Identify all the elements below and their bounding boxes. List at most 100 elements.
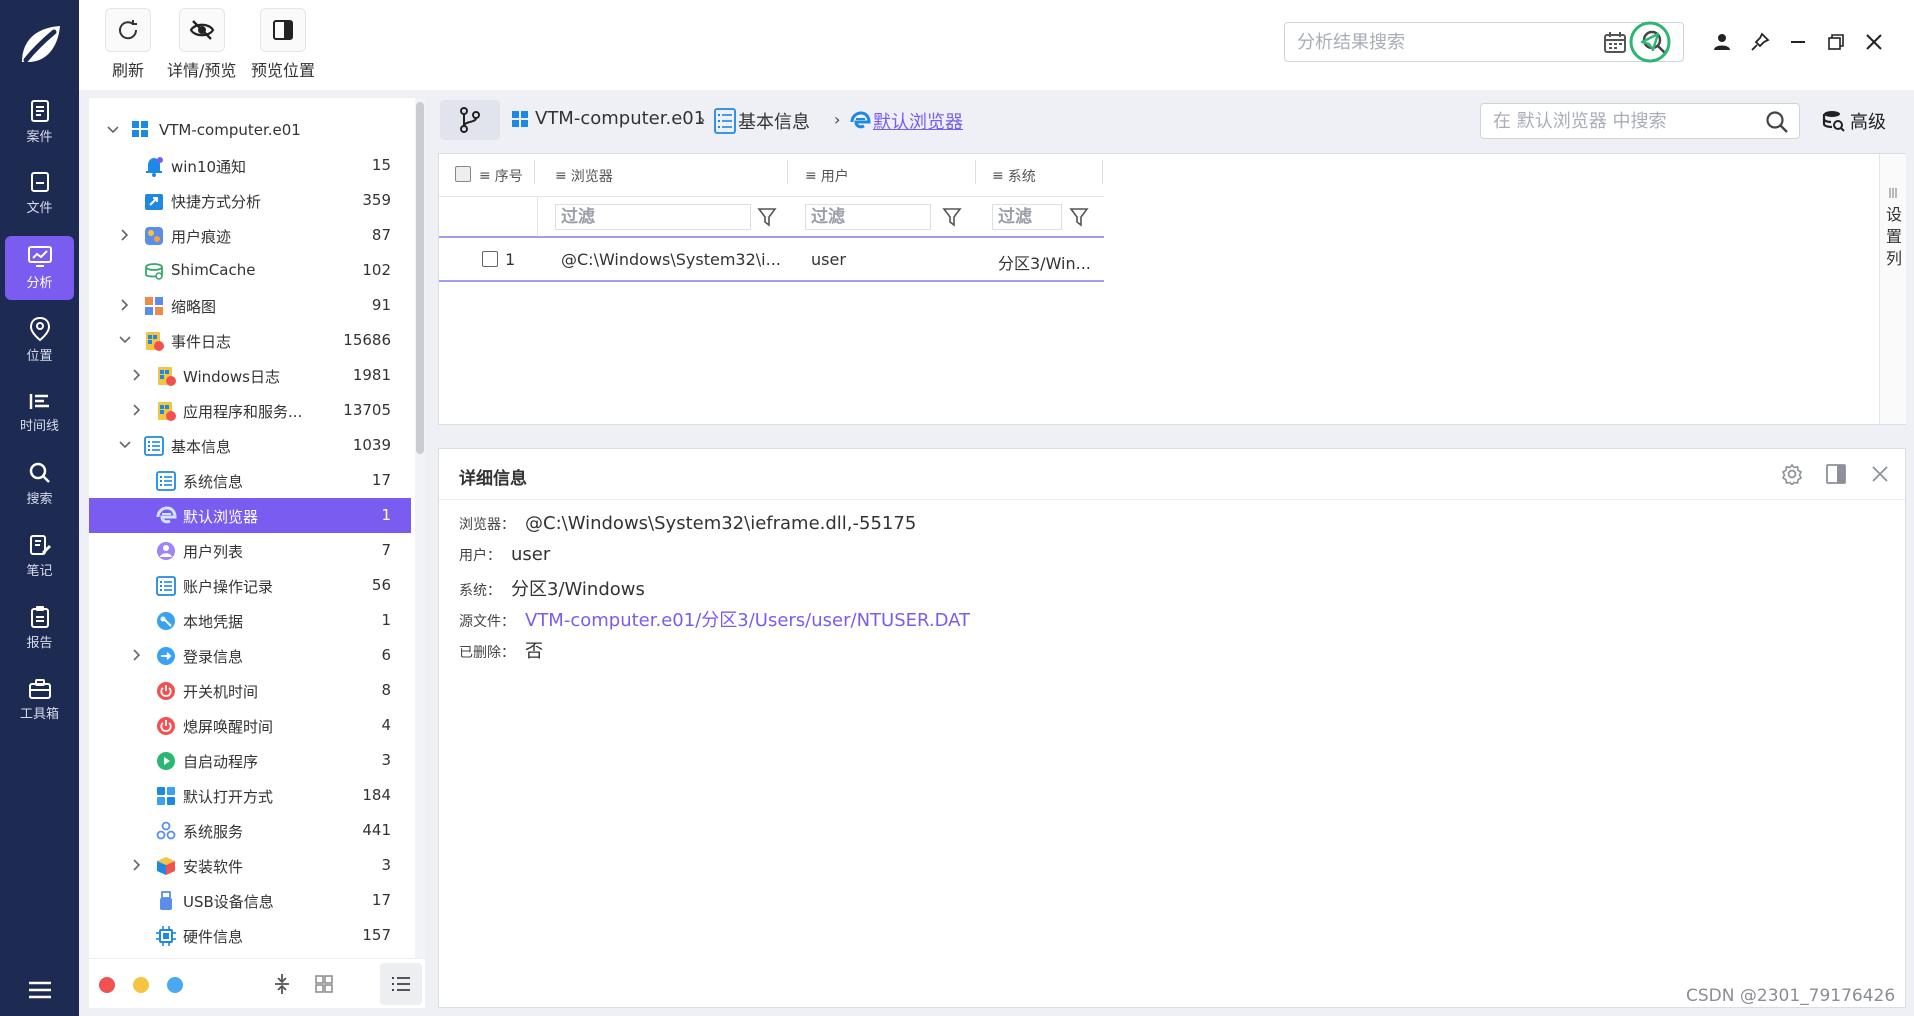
detail-field-user: 用户： user bbox=[459, 544, 550, 565]
chevron-right-icon[interactable] bbox=[117, 227, 133, 243]
advanced-search-button[interactable]: 高级 bbox=[1822, 108, 1886, 134]
scope-search-button[interactable] bbox=[1765, 110, 1789, 134]
chevron-right-icon[interactable] bbox=[129, 367, 145, 383]
tree-item[interactable]: 用户痕迹 87 bbox=[89, 218, 411, 253]
grid-view-button[interactable] bbox=[315, 975, 333, 993]
tree-scroll-thumb[interactable] bbox=[416, 102, 424, 454]
column-header-browser[interactable]: ≡ 浏览器 bbox=[555, 166, 613, 186]
pin-button[interactable] bbox=[1748, 30, 1772, 54]
chevron-down-icon[interactable] bbox=[105, 122, 121, 138]
minimize-button[interactable] bbox=[1786, 30, 1810, 54]
column-header-user[interactable]: ≡ 用户 bbox=[805, 166, 849, 186]
tree-item[interactable]: Windows日志 1981 bbox=[89, 358, 411, 393]
tree-item[interactable]: 事件日志 15686 bbox=[89, 323, 411, 358]
tree-item[interactable]: 应用程序和服务... 13705 bbox=[89, 393, 411, 428]
scope-search-input[interactable] bbox=[1481, 104, 1751, 138]
nav-notes[interactable]: 笔记 bbox=[5, 524, 74, 588]
filter-system-icon[interactable] bbox=[1069, 206, 1089, 228]
chevron-down-icon[interactable] bbox=[117, 437, 133, 453]
close-button[interactable] bbox=[1862, 30, 1886, 54]
source-file-link[interactable]: VTM-computer.e01/分区3/Users/user/NTUSER.D… bbox=[525, 606, 970, 632]
collapse-all-button[interactable] bbox=[273, 973, 291, 995]
tree-item[interactable]: 快捷方式分析 359 bbox=[89, 183, 411, 218]
breadcrumb-default-browser[interactable]: 默认浏览器 bbox=[849, 108, 963, 134]
chevron-right-icon[interactable] bbox=[117, 297, 133, 313]
nav-location[interactable]: 位置 bbox=[5, 308, 74, 372]
detail-close-button[interactable] bbox=[1867, 461, 1893, 487]
top-toolbar: 刷新 详情/预览 预览位置 bbox=[79, 0, 1914, 90]
refresh-button[interactable]: 刷新 bbox=[105, 8, 151, 81]
blue-dot-button[interactable] bbox=[167, 977, 183, 993]
tree-item[interactable]: 登录信息 6 bbox=[89, 638, 411, 673]
chevron-down-icon[interactable] bbox=[117, 332, 133, 348]
tree-item[interactable]: 本地凭据 1 bbox=[89, 603, 411, 638]
filter-user-icon[interactable] bbox=[942, 206, 962, 228]
nav-search[interactable]: 搜索 bbox=[5, 452, 74, 516]
red-dot-button[interactable] bbox=[99, 977, 115, 993]
nav-analysis[interactable]: 分析 bbox=[5, 236, 74, 300]
menu-button[interactable] bbox=[0, 970, 79, 1010]
filter-browser-input[interactable] bbox=[556, 205, 750, 229]
list-view-button[interactable] bbox=[380, 963, 422, 1005]
chevron-right-icon[interactable] bbox=[129, 402, 145, 418]
analysis-search-input[interactable] bbox=[1285, 23, 1585, 61]
calendar-button[interactable] bbox=[1603, 31, 1627, 55]
calendar-icon bbox=[1604, 32, 1626, 53]
row-checkbox[interactable] bbox=[482, 251, 498, 267]
column-divider[interactable] bbox=[1102, 160, 1103, 184]
tree-item[interactable]: 硬件信息 157 bbox=[89, 918, 411, 953]
nav-files[interactable]: 文件 bbox=[5, 161, 74, 225]
tree-item[interactable]: 默认打开方式 184 bbox=[89, 778, 411, 813]
preview-position-button[interactable]: 预览位置 bbox=[251, 8, 315, 81]
detail-value: 否 bbox=[525, 641, 543, 662]
tree-item[interactable]: 自启动程序 3 bbox=[89, 743, 411, 778]
column-header-index[interactable]: ≡ 序号 bbox=[479, 166, 523, 186]
column-header-system[interactable]: ≡ 系统 bbox=[992, 166, 1036, 186]
tree-item[interactable]: 默认浏览器 1 bbox=[89, 498, 411, 533]
nav-toolbox[interactable]: 工具箱 bbox=[5, 668, 74, 732]
tree-item[interactable]: 安装软件 3 bbox=[89, 848, 411, 883]
select-all-checkbox[interactable] bbox=[455, 166, 471, 182]
tree-item[interactable]: VTM-computer.e01 bbox=[89, 113, 411, 148]
branch-button[interactable] bbox=[440, 100, 500, 140]
column-divider[interactable] bbox=[534, 160, 535, 184]
maximize-button[interactable] bbox=[1824, 30, 1848, 54]
tree-item[interactable]: 熄屏唤醒时间 4 bbox=[89, 708, 411, 743]
detail-layout-button[interactable] bbox=[1823, 461, 1849, 487]
filter-browser-icon[interactable] bbox=[757, 206, 777, 228]
yellow-dot-button[interactable] bbox=[133, 977, 149, 993]
tree-item-label: 系统服务 bbox=[183, 823, 244, 841]
tree-item[interactable]: 系统信息 17 bbox=[89, 463, 411, 498]
send-button[interactable] bbox=[1628, 20, 1672, 64]
nav-reports[interactable]: 报告 bbox=[5, 596, 74, 660]
tree-item[interactable]: win10通知 15 bbox=[89, 148, 411, 183]
shortcut-icon bbox=[143, 190, 165, 212]
breadcrumb-basic-info[interactable]: 基本信息 bbox=[714, 108, 810, 134]
tree-scrollbar[interactable] bbox=[415, 98, 425, 966]
tree-item[interactable]: USB设备信息 17 bbox=[89, 883, 411, 918]
nav-cases[interactable]: 案件 bbox=[5, 90, 74, 154]
detail-preview-label: 详情/预览 bbox=[167, 61, 237, 80]
tree-item[interactable]: 账户操作记录 56 bbox=[89, 568, 411, 603]
tree-item[interactable]: 用户列表 7 bbox=[89, 533, 411, 568]
tree-item[interactable]: ShimCache 102 bbox=[89, 253, 411, 288]
chevron-right-icon[interactable] bbox=[129, 857, 145, 873]
breadcrumb-root[interactable]: VTM-computer.e01 bbox=[511, 108, 705, 129]
set-columns-button[interactable]: 设置列 bbox=[1879, 154, 1906, 424]
tree-item-count: 102 bbox=[362, 261, 391, 279]
tree-item[interactable]: 开关机时间 8 bbox=[89, 673, 411, 708]
detail-preview-button[interactable]: 详情/预览 bbox=[167, 8, 236, 81]
chevron-right-icon[interactable] bbox=[129, 647, 145, 663]
tree-item[interactable]: 基本信息 1039 bbox=[89, 428, 411, 463]
detail-settings-button[interactable] bbox=[1779, 461, 1805, 487]
tree-item-count: 17 bbox=[371, 471, 391, 489]
tree-item[interactable]: 缩略图 91 bbox=[89, 288, 411, 323]
user-button[interactable] bbox=[1710, 30, 1734, 54]
column-divider[interactable] bbox=[975, 160, 976, 184]
column-divider[interactable] bbox=[787, 160, 788, 184]
filter-system-input[interactable] bbox=[993, 205, 1061, 229]
table-row[interactable]: 1 @C:\Windows\System32\i... user 分区3/Win… bbox=[439, 238, 1104, 282]
nav-timeline[interactable]: 时间线 bbox=[5, 380, 74, 444]
tree-item[interactable]: 系统服务 441 bbox=[89, 813, 411, 848]
filter-user-input[interactable] bbox=[806, 205, 930, 229]
